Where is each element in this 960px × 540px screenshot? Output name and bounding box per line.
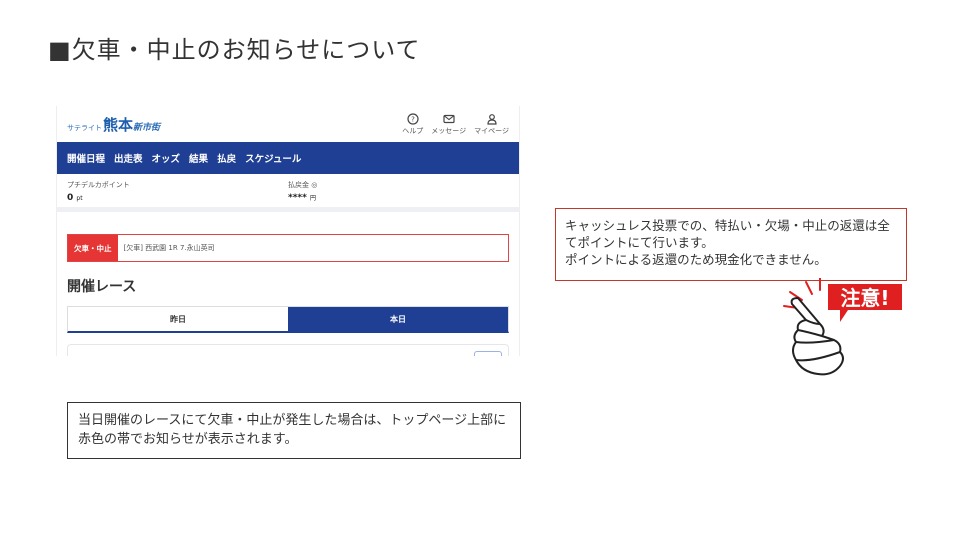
help-icon: ? (407, 112, 419, 125)
tab-today[interactable]: 本日 (288, 307, 508, 331)
logo-prefix: サテライト (67, 123, 102, 132)
logo-suffix: 新市街 (133, 122, 161, 133)
cancellation-alert-band[interactable]: 欠車・中止 [欠車] 西武園 1R 7.永山英司 (67, 234, 509, 262)
race-card-button[interactable] (474, 351, 502, 356)
refund-unit: 円 (309, 195, 316, 202)
tab-yesterday[interactable]: 昨日 (68, 307, 288, 331)
mypage-label: マイページ (474, 126, 509, 135)
points-unit: pt (76, 195, 83, 202)
nav-item-entries[interactable]: 出走表 (114, 151, 143, 165)
help-button[interactable]: ? ヘルプ (402, 112, 424, 136)
day-tabs: 昨日 本日 (67, 306, 509, 333)
caution-sign-icon: 注意! (828, 284, 902, 322)
nav-item-results[interactable]: 結果 (189, 151, 208, 165)
refund-value: **** (288, 193, 307, 203)
message-label: メッセージ (431, 126, 467, 135)
refund-label: 払戻金 (288, 181, 309, 189)
points-block: プチデルカポイント 0 pt (67, 180, 288, 203)
mail-icon (443, 114, 455, 123)
note-box: キャッシュレス投票での、特払い・欠場・中止の返還は全てポイントにて行います。 ポ… (555, 208, 907, 281)
points-value: 0 (67, 193, 74, 203)
message-button[interactable]: メッセージ (431, 113, 466, 136)
app-screenshot: サテライト 熊本 新市街 ? ヘルプ メッセージ マイページ 開催日程 出走表 … (56, 106, 520, 356)
nav-item-odds[interactable]: オッズ (152, 151, 181, 165)
app-header: サテライト 熊本 新市街 ? ヘルプ メッセージ マイページ (57, 106, 519, 142)
balance-row: プチデルカポイント 0 pt 払戻金 ◎ **** 円 (57, 174, 519, 212)
caution-illustration: 注意! (783, 278, 902, 376)
header-icons: ? ヘルプ メッセージ マイページ (402, 112, 509, 136)
help-label: ヘルプ (402, 126, 424, 135)
caution-label: 注意! (840, 286, 889, 310)
refund-block: 払戻金 ◎ **** 円 (288, 180, 509, 203)
caption-box: 当日開催のレースにて欠車・中止が発生した場合は、トップページ上部に赤色の帯でお知… (67, 402, 521, 459)
mypage-button[interactable]: マイページ (474, 113, 509, 136)
points-label: プチデルカポイント (67, 181, 130, 189)
alert-tag: 欠車・中止 (68, 235, 118, 261)
logo-main: 熊本 (103, 115, 134, 134)
main-nav: 開催日程 出走表 オッズ 結果 払戻 スケジュール (57, 142, 519, 174)
alert-text: [欠車] 西武園 1R 7.永山英司 (123, 244, 215, 252)
eye-icon[interactable]: ◎ (311, 181, 317, 189)
user-icon (486, 113, 497, 125)
race-card[interactable] (67, 344, 509, 356)
nav-item-schedule[interactable]: 開催日程 (67, 151, 105, 165)
slide-title: ■欠車・中止のお知らせについて (48, 36, 421, 64)
nav-item-payout[interactable]: 払戻 (217, 151, 236, 165)
site-logo[interactable]: サテライト 熊本 新市街 (67, 114, 160, 135)
note-line-2: ポイントによる返還のため現金化できません。 (565, 252, 827, 267)
svg-text:?: ? (411, 115, 415, 123)
nav-item-timetable[interactable]: スケジュール (245, 151, 301, 165)
note-line-1: キャッシュレス投票での、特払い・欠場・中止の返還は全てポイントにて行います。 (565, 218, 890, 250)
race-heading: 開催レース (67, 279, 137, 295)
